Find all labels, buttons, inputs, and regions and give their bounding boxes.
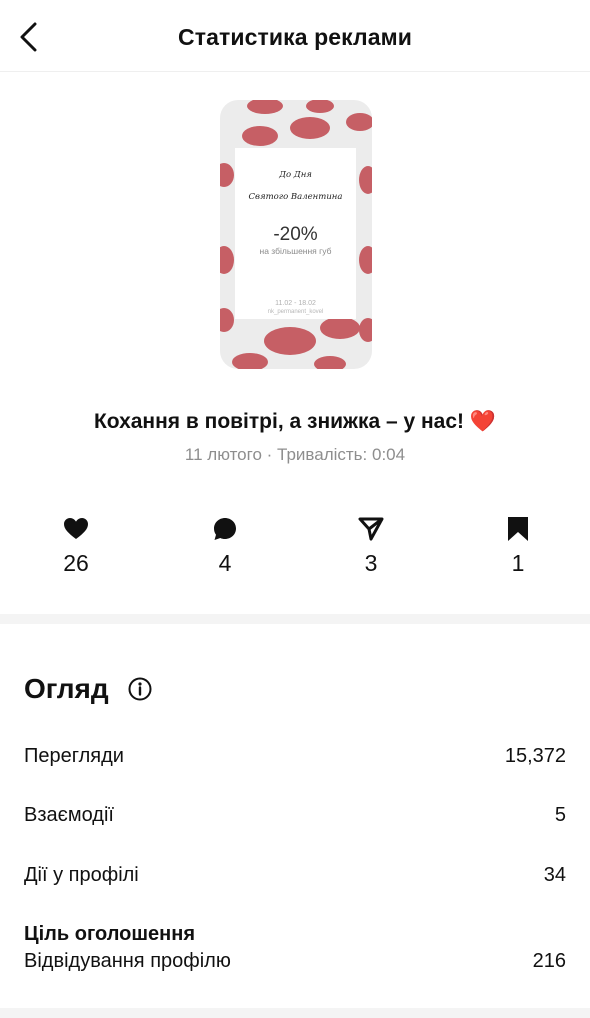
saves-stat: 1	[488, 512, 548, 577]
profile-visits-row: Відвідування профілю 216	[24, 950, 566, 973]
views-label: Перегляди	[24, 745, 124, 767]
card-line-1: До Дня	[279, 170, 312, 180]
ad-title-text: Кохання в повітрі, а знижка – у нас!	[93, 410, 465, 433]
interactions-value: 5	[554, 804, 566, 826]
shares-stat: 3	[341, 512, 401, 577]
section-divider	[0, 614, 590, 624]
profile-actions-value: 34	[543, 864, 566, 886]
profile-visits-value: 216	[532, 950, 566, 972]
profile-visits-label: Відвідування профілю	[24, 950, 231, 972]
ad-preview-thumbnail[interactable]: До Дня Святого Валентина -20% на збільше…	[220, 100, 372, 369]
comments-count: 4	[218, 550, 232, 576]
card-discount: -20%	[273, 224, 318, 245]
ad-text-card: До Дня Святого Валентина -20% на збільше…	[235, 148, 356, 319]
top-bar: Статистика реклами	[0, 0, 590, 72]
saves-count: 1	[511, 550, 525, 576]
card-subtitle: на збільшення губ	[259, 246, 332, 256]
ad-meta: 11 лютого · Тривалість: 0:04	[184, 445, 406, 464]
interactions-row: Взаємодії 5	[24, 804, 566, 827]
page-title: Статистика реклами	[178, 24, 412, 50]
interactions-label: Взаємодії	[24, 804, 114, 826]
card-line-2: Святого Валентина	[248, 192, 343, 202]
views-value: 15,372	[504, 745, 566, 767]
comments-stat: 4	[195, 512, 255, 577]
heart-icon	[64, 518, 88, 539]
likes-stat: 26	[46, 512, 106, 577]
profile-actions-label: Дії у профілі	[24, 864, 139, 886]
card-dates: 11.02 - 18.02	[275, 300, 316, 307]
overview-title: Огляд	[24, 673, 109, 704]
info-button[interactable]	[128, 677, 152, 701]
ad-title: Кохання в повітрі, а знижка – у нас! ❤️	[0, 410, 590, 434]
bookmark-icon	[508, 517, 528, 541]
heart-emoji: ❤️	[469, 410, 497, 433]
likes-count: 26	[63, 550, 89, 576]
views-row: Перегляди 15,372	[24, 745, 566, 768]
shares-count: 3	[364, 550, 378, 576]
comment-icon	[214, 518, 236, 540]
ad-goal-heading: Ціль оголошення	[24, 923, 196, 945]
profile-actions-row: Дії у профілі 34	[24, 864, 566, 887]
card-handle: nk_permanent_kovel	[267, 309, 324, 315]
bottom-divider	[0, 1008, 590, 1018]
share-icon	[358, 517, 384, 541]
info-icon[interactable]	[128, 677, 152, 701]
